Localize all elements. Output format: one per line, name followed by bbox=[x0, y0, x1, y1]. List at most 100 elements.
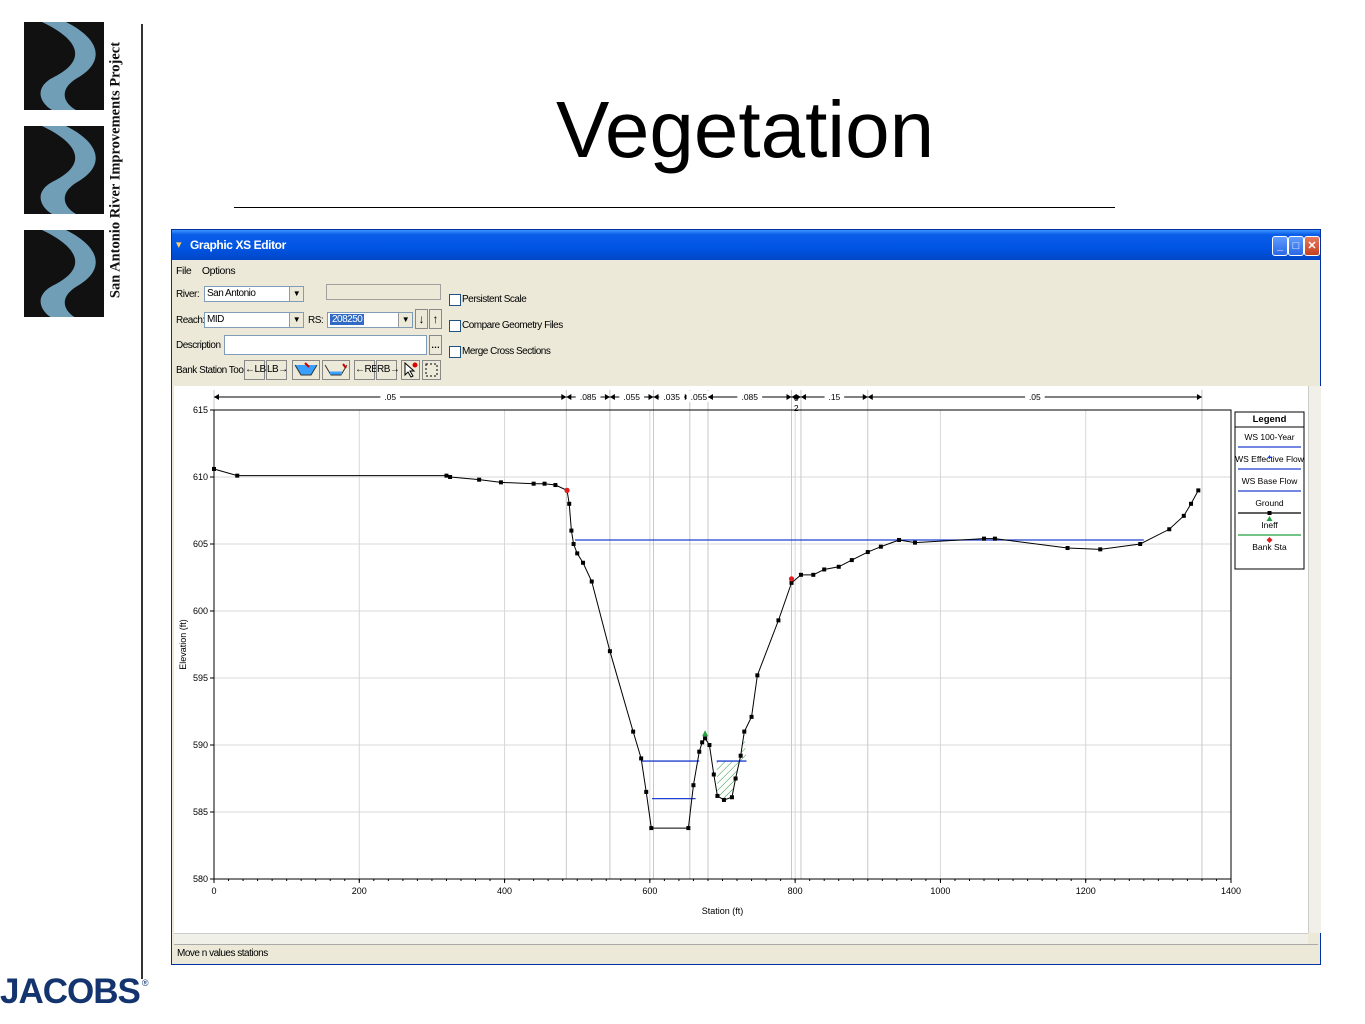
ground-point bbox=[567, 501, 572, 506]
left-bank-left-button[interactable]: ←LB bbox=[244, 360, 266, 380]
title-bar[interactable]: ▾ Graphic XS Editor _ □ ✕ bbox=[172, 230, 1320, 260]
n-value-arrow-right bbox=[604, 394, 610, 400]
rs-select[interactable]: 208250 ▼ bbox=[327, 312, 413, 328]
ground-point bbox=[738, 753, 743, 758]
ground-point bbox=[729, 795, 734, 800]
reach-label: Reach: bbox=[176, 315, 205, 326]
x-tick-label: 800 bbox=[788, 886, 803, 896]
channel-fill-icon bbox=[294, 362, 318, 376]
y-tick-label: 600 bbox=[193, 606, 208, 616]
x-tick-label: 600 bbox=[642, 886, 657, 896]
n-value-arrow-left bbox=[800, 394, 806, 400]
left-bank-right-button[interactable]: LB→ bbox=[266, 360, 288, 380]
app-icon: ▾ bbox=[176, 239, 182, 251]
y-tick-label: 610 bbox=[193, 472, 208, 482]
reach-select[interactable]: MID ▼ bbox=[204, 312, 304, 328]
chevron-down-icon[interactable]: ▼ bbox=[289, 313, 303, 327]
cross-section-chart[interactable]: 0 200 400 600 800 1000 1200 1400 580 585 590 595 600… bbox=[174, 386, 1308, 933]
ground-point bbox=[711, 772, 716, 777]
legend-label: Ground bbox=[1255, 498, 1284, 508]
ground-point bbox=[639, 756, 644, 761]
status-bar: Move n values stations bbox=[174, 944, 1318, 962]
ground-point bbox=[1065, 546, 1070, 551]
description-browse-button[interactable]: … bbox=[429, 335, 442, 355]
x-tick-label: 400 bbox=[497, 886, 512, 896]
ground-point bbox=[755, 673, 760, 678]
pointer-select-button[interactable] bbox=[401, 360, 420, 380]
right-bank-right-button[interactable]: RB→ bbox=[376, 360, 400, 380]
vertical-scrollbar[interactable] bbox=[1308, 386, 1321, 933]
ground-point bbox=[849, 558, 854, 563]
ground-point bbox=[581, 560, 586, 565]
compare-geometry-label: Compare Geometry Files bbox=[462, 320, 563, 331]
bank-station-tools-label: Bank Station Tools: bbox=[176, 365, 252, 376]
x-tick-label: 1400 bbox=[1221, 886, 1241, 896]
next-down-arrow-button[interactable]: ↓ bbox=[415, 309, 428, 329]
ineffective-flow-area bbox=[716, 731, 747, 800]
x-tick-label: 1200 bbox=[1076, 886, 1096, 896]
menu-file[interactable]: File bbox=[176, 265, 192, 277]
ground-point bbox=[571, 542, 576, 546]
ground-point bbox=[686, 826, 691, 831]
cross-section-plot[interactable]: 0 200 400 600 800 1000 1200 1400 580 585 590 595 600… bbox=[174, 386, 1308, 933]
merge-cross-sections-checkbox[interactable] bbox=[449, 346, 461, 358]
rs-label: RS: bbox=[308, 315, 324, 326]
n-value-arrow-right bbox=[1196, 394, 1202, 400]
legend-label: WS Base Flow bbox=[1242, 476, 1299, 486]
y-tick-label: 585 bbox=[193, 807, 208, 817]
ground-point bbox=[1098, 547, 1103, 552]
right-bank-left-button[interactable]: ←RB bbox=[354, 360, 378, 380]
channel-only-button[interactable] bbox=[322, 360, 350, 380]
y-axis-label: Elevation (ft) bbox=[178, 619, 188, 670]
river-select[interactable]: San Antonio ▼ bbox=[204, 286, 304, 302]
n-value-label: .055 bbox=[623, 392, 640, 402]
slide-divider-vertical bbox=[141, 24, 143, 979]
legend-label: Bank Sta bbox=[1252, 542, 1287, 552]
channel-icon bbox=[324, 363, 348, 376]
ground-point bbox=[982, 536, 987, 541]
ground-point bbox=[721, 797, 726, 802]
ground-point bbox=[715, 793, 720, 798]
ground-point bbox=[700, 740, 705, 745]
ground-point bbox=[235, 473, 240, 478]
minimize-button[interactable]: _ bbox=[1272, 236, 1288, 256]
ground-point bbox=[811, 572, 816, 577]
chevron-down-icon[interactable]: ▼ bbox=[398, 313, 412, 327]
ground-point bbox=[212, 466, 216, 471]
slide-title: Vegetation bbox=[555, 85, 935, 174]
n-value-arrow-left bbox=[214, 394, 219, 400]
persistent-scale-checkbox[interactable] bbox=[449, 294, 461, 306]
ground-point bbox=[631, 729, 636, 734]
legend-title: Legend bbox=[1253, 414, 1287, 425]
description-field[interactable] bbox=[224, 335, 427, 355]
n-value-arrow-left bbox=[566, 394, 572, 400]
close-button[interactable]: ✕ bbox=[1304, 236, 1320, 256]
ground-point bbox=[707, 743, 712, 747]
ground-point bbox=[542, 481, 547, 486]
chevron-down-icon[interactable]: ▼ bbox=[289, 287, 303, 301]
maximize-button[interactable]: □ bbox=[1288, 236, 1304, 256]
y-tick-label: 615 bbox=[193, 405, 208, 415]
window-title: Graphic XS Editor bbox=[190, 238, 286, 252]
x-axis-label: Station (ft) bbox=[702, 906, 744, 916]
ground-point bbox=[553, 483, 558, 488]
y-tick-label: 595 bbox=[193, 673, 208, 683]
ground-point bbox=[444, 473, 449, 478]
compare-geometry-checkbox[interactable] bbox=[449, 320, 461, 332]
zoom-select-button[interactable] bbox=[422, 360, 441, 380]
n-value-label: .05 bbox=[384, 392, 396, 402]
menu-bar: File Options bbox=[176, 265, 243, 277]
ground-point bbox=[836, 564, 841, 569]
overbank-fill-button[interactable] bbox=[292, 360, 320, 380]
ground-point bbox=[749, 714, 754, 719]
ground-point bbox=[733, 776, 738, 781]
ground-point bbox=[498, 480, 503, 485]
bank-station-point bbox=[564, 487, 570, 493]
menu-options[interactable]: Options bbox=[202, 265, 236, 277]
merge-cross-sections-label: Merge Cross Sections bbox=[462, 346, 551, 357]
n-value-label: 2 bbox=[794, 403, 799, 413]
next-up-arrow-button[interactable]: ↑ bbox=[429, 309, 442, 329]
ground-point bbox=[865, 550, 870, 555]
river-logo bbox=[24, 22, 104, 317]
ground-point bbox=[531, 481, 536, 486]
